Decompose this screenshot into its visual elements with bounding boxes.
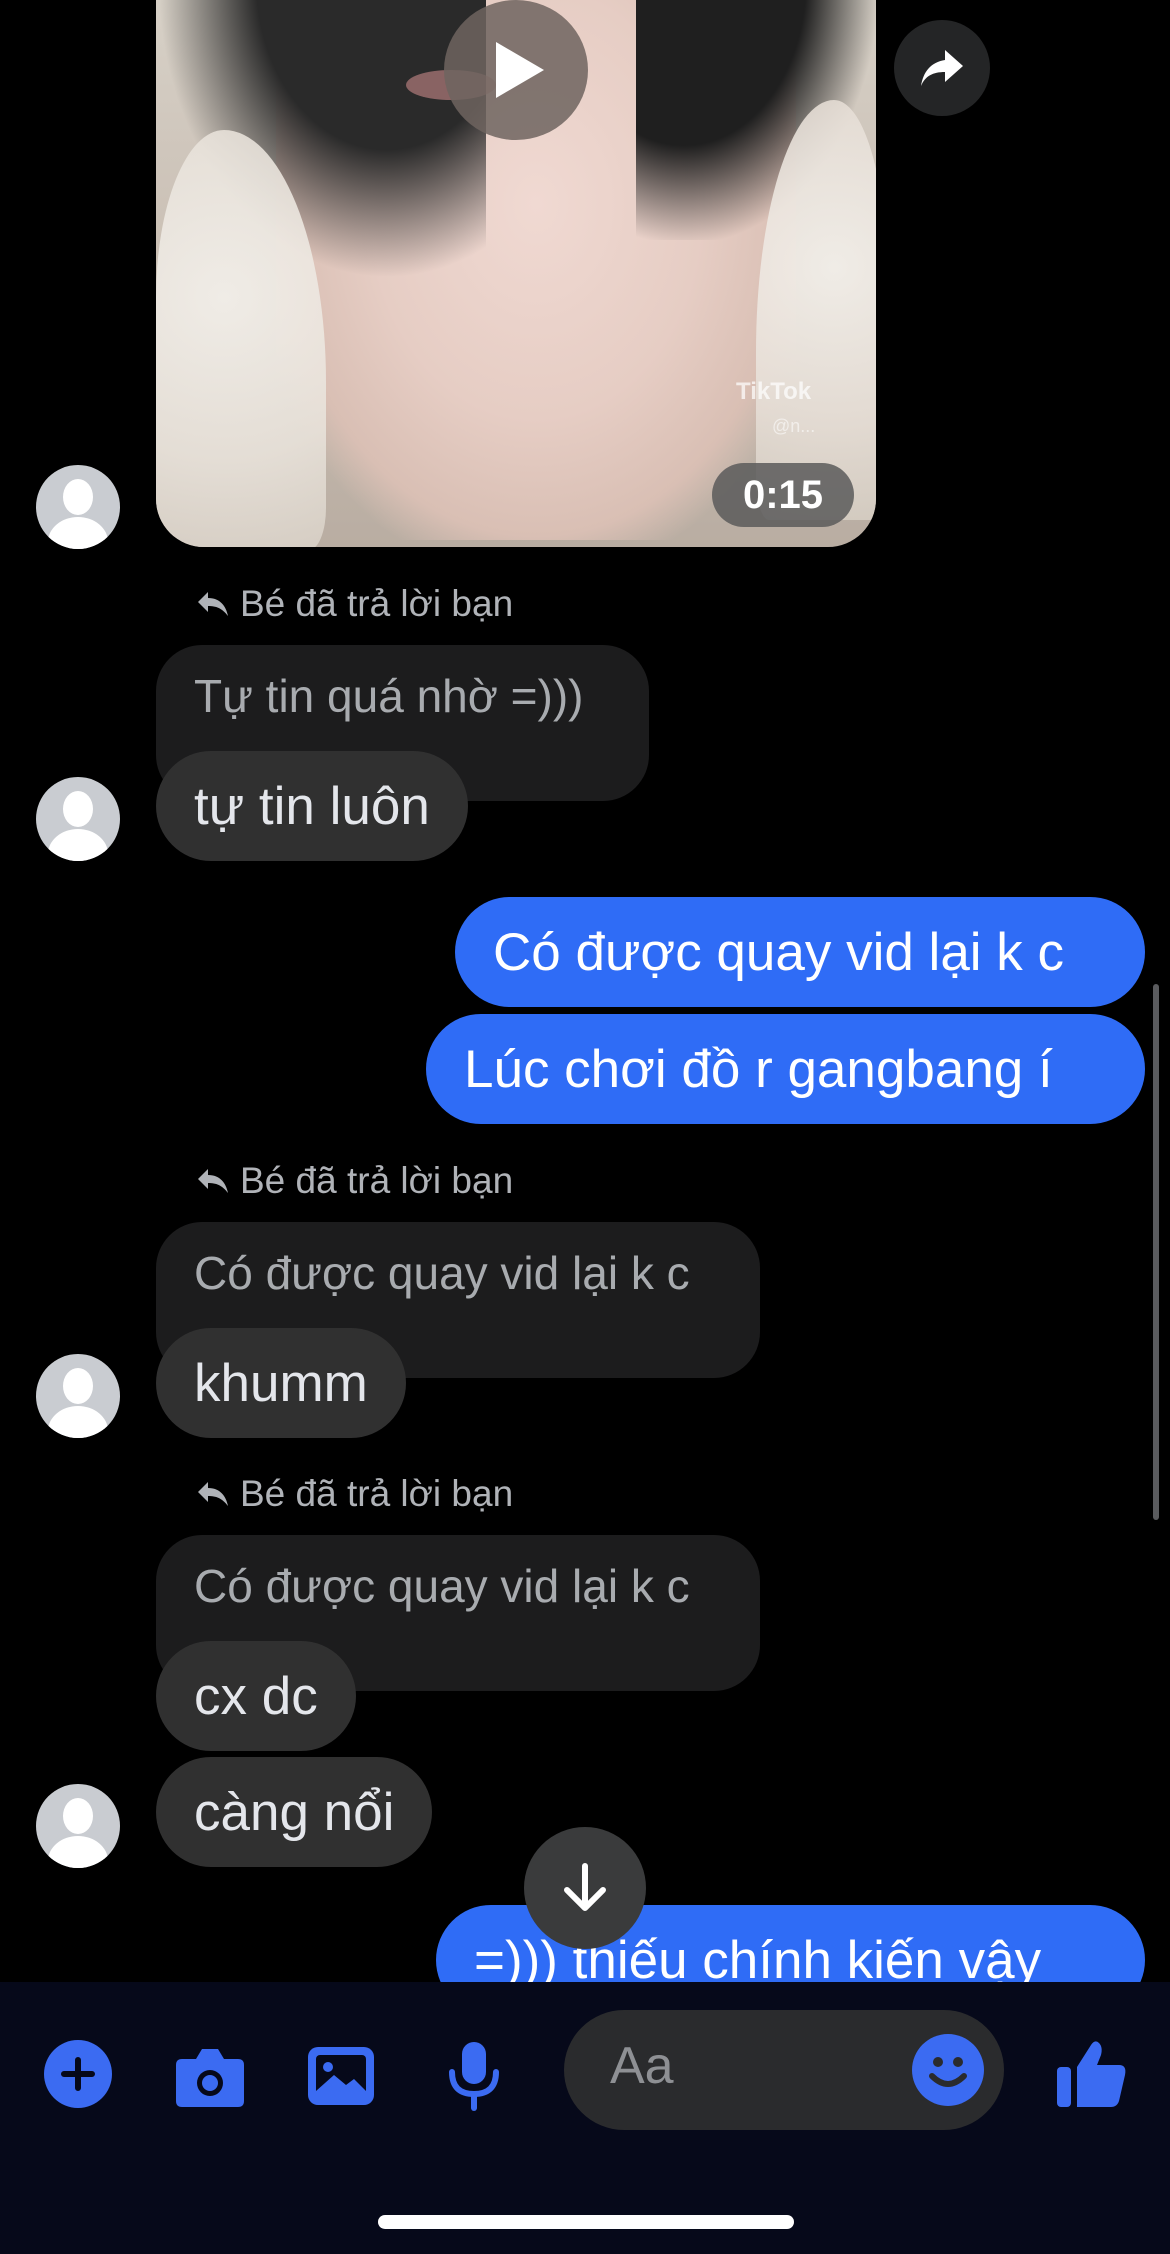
- video-watermark-user: @n...: [772, 416, 816, 436]
- reply-arrow-icon: [198, 1169, 228, 1193]
- quoted-text: Có được quay vid lại k c: [194, 1560, 690, 1612]
- emoji-button[interactable]: [912, 2034, 984, 2106]
- message-text: cx dc: [194, 1666, 318, 1726]
- share-button[interactable]: [894, 20, 990, 116]
- reply-label: Bé đã trả lời bạn: [240, 1160, 514, 1201]
- reply-label: Bé đã trả lời bạn: [240, 1473, 514, 1514]
- home-indicator[interactable]: [378, 2215, 794, 2229]
- like-button[interactable]: [1052, 2034, 1132, 2114]
- message-text: khumm: [194, 1353, 368, 1413]
- avatar[interactable]: [36, 1784, 120, 1868]
- gallery-button[interactable]: [306, 2044, 376, 2108]
- avatar[interactable]: [36, 1354, 120, 1438]
- avatar-body: [48, 517, 108, 549]
- quoted-text: Tự tin quá nhờ =))): [194, 670, 584, 722]
- voice-button[interactable]: [446, 2040, 502, 2112]
- message-text: Có được quay vid lại k c: [493, 922, 1065, 982]
- reply-label: Bé đã trả lời bạn: [240, 583, 514, 624]
- message-bubble-incoming[interactable]: càng nổi: [156, 1757, 433, 1867]
- play-button[interactable]: [444, 0, 588, 140]
- avatar-body: [48, 1836, 108, 1868]
- avatar-head: [63, 479, 93, 515]
- scroll-to-bottom-button[interactable]: [524, 1827, 646, 1949]
- scroll-down-icon: [564, 1863, 606, 1911]
- avatar-head: [63, 1798, 93, 1834]
- play-icon: [496, 42, 544, 98]
- quoted-text: Có được quay vid lại k c: [194, 1247, 690, 1299]
- message-bubble-outgoing[interactable]: Có được quay vid lại k c: [455, 897, 1145, 1007]
- message-input-placeholder: Aa: [610, 2037, 674, 2095]
- avatar[interactable]: [36, 777, 120, 861]
- video-watermark: TikTok: [736, 378, 812, 405]
- scrollbar-thumb[interactable]: [1153, 984, 1159, 1520]
- message-bubble-incoming[interactable]: tự tin luôn: [156, 751, 468, 861]
- camera-button[interactable]: [172, 2044, 248, 2110]
- video-duration: 0:15: [712, 463, 854, 527]
- avatar-head: [63, 791, 93, 827]
- message-bubble-outgoing[interactable]: Lúc chơi đồ r gangbang í: [426, 1014, 1145, 1124]
- avatar-body: [48, 829, 108, 861]
- message-bubble-incoming[interactable]: khumm: [156, 1328, 406, 1438]
- message-bubble-incoming[interactable]: cx dc: [156, 1641, 356, 1751]
- gallery-icon: [308, 2047, 374, 2105]
- message-text: càng nổi: [194, 1782, 395, 1842]
- reply-arrow-icon: [198, 1482, 228, 1506]
- avatar-body: [48, 1406, 108, 1438]
- camera-icon: [176, 2049, 244, 2107]
- avatar-head: [63, 1368, 93, 1404]
- message-text: Lúc chơi đồ r gangbang í: [464, 1039, 1053, 1099]
- thumbs-up-icon: [1057, 2041, 1126, 2107]
- plus-icon: [61, 2057, 95, 2091]
- microphone-icon: [449, 2042, 499, 2111]
- more-actions-button[interactable]: [44, 2040, 112, 2108]
- reply-indicator: Bé đã trả lời bạn: [196, 1160, 513, 1202]
- share-icon: [921, 50, 963, 86]
- reply-arrow-icon: [198, 592, 228, 616]
- emoji-icon: [929, 2057, 967, 2087]
- reply-indicator: Bé đã trả lời bạn: [196, 1473, 513, 1515]
- avatar[interactable]: [36, 465, 120, 549]
- reply-indicator: Bé đã trả lời bạn: [196, 583, 513, 625]
- message-text: tự tin luôn: [194, 776, 430, 836]
